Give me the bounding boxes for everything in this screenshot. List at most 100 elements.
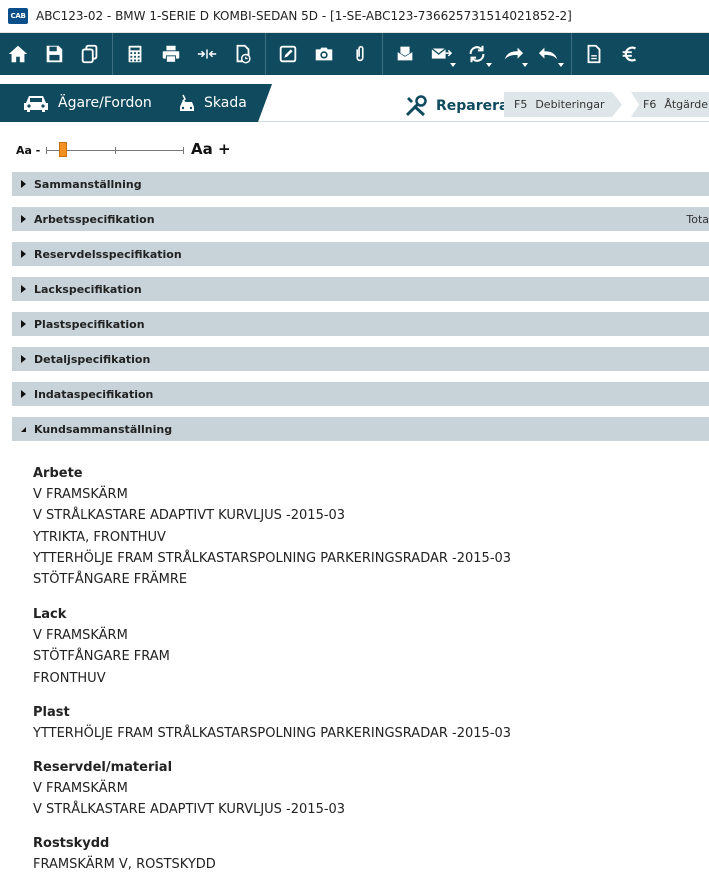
section-label: Plastspecifikation xyxy=(34,317,145,331)
tools-icon xyxy=(405,95,427,117)
merge-button[interactable] xyxy=(189,33,225,75)
summary-group-heading: Plast xyxy=(33,705,70,720)
invoice-button[interactable] xyxy=(612,33,648,75)
edit-icon xyxy=(279,45,297,63)
section-arbetsspecifikation[interactable]: Arbetsspecifikation Tota xyxy=(12,207,709,231)
toolbar-separator xyxy=(382,33,383,75)
step-f5-debiteringar[interactable]: F5 Debiteringar xyxy=(504,92,622,117)
font-size-slider-thumb[interactable] xyxy=(58,142,67,157)
home-icon xyxy=(8,45,28,63)
font-size-decrease[interactable]: Aa - xyxy=(16,144,40,157)
dropdown-caret-icon xyxy=(450,63,456,67)
reply-button[interactable] xyxy=(531,33,567,75)
summary-line-item: V STRÅLKASTARE ADAPTIVT KURVLJUS -2015-0… xyxy=(33,508,346,524)
home-button[interactable] xyxy=(0,33,36,75)
dropdown-caret-icon xyxy=(486,63,492,67)
calculator-button[interactable] xyxy=(117,33,153,75)
save-icon xyxy=(46,45,63,63)
print-button[interactable] xyxy=(153,33,189,75)
slider-tick xyxy=(183,147,184,154)
slider-tick xyxy=(115,147,116,154)
forward-arrow-icon xyxy=(504,47,524,60)
step-label: Debiteringar xyxy=(535,98,605,111)
forward-button[interactable] xyxy=(495,33,531,75)
camera-button[interactable] xyxy=(306,33,342,75)
collapse-arrow-icon xyxy=(21,426,26,432)
summary-line-item: V FRAMSKÄRM xyxy=(33,628,128,643)
summary-line-item: STÖTFÅNGARE FRAM xyxy=(33,649,170,665)
copy-icon xyxy=(81,44,98,64)
document-icon xyxy=(587,44,601,64)
sync-button[interactable] xyxy=(459,33,495,75)
section-label: Arbetsspecifikation xyxy=(34,212,155,226)
expand-arrow-icon xyxy=(21,215,26,223)
customer-summary-content: Arbete V FRAMSKÄRM V STRÅLKASTARE ADAPTIVT… xyxy=(0,442,709,891)
title-bar: CAB ABC123-02 - BMW 1-SERIE D KOMBI-SEDA… xyxy=(0,0,709,33)
printer-icon xyxy=(162,45,180,63)
sync-icon xyxy=(469,45,485,63)
dropdown-caret-icon xyxy=(558,63,564,67)
summary-group-heading: Reservdel/material xyxy=(33,760,173,775)
section-detaljspecifikation[interactable]: Detaljspecifikation xyxy=(12,347,709,371)
step-key: F5 xyxy=(514,98,528,111)
euro-icon xyxy=(622,46,637,62)
toolbar-separator xyxy=(571,33,572,75)
nav-repair[interactable]: Reparera xyxy=(404,92,509,120)
section-label: Kundsammanställning xyxy=(34,422,173,436)
nav-damage[interactable]: Skada xyxy=(178,84,247,122)
section-plastspecifikation[interactable]: Plastspecifikation xyxy=(12,312,709,336)
summary-line-item: YTRIKTA, FRONTHUV xyxy=(33,529,166,545)
reply-arrow-icon xyxy=(538,47,558,60)
summary-line-item: V FRAMSKÄRM xyxy=(33,487,128,502)
document-clock-icon xyxy=(236,44,251,64)
expand-arrow-icon xyxy=(21,285,26,293)
camera-icon xyxy=(315,47,333,61)
merge-arrows-icon xyxy=(197,49,217,59)
step-label: Åtgärder xyxy=(664,98,709,111)
mail-tray-icon xyxy=(397,46,413,61)
calculator-icon xyxy=(128,45,142,63)
save-button[interactable] xyxy=(36,33,72,75)
paperclip-icon xyxy=(356,45,364,62)
summary-line-item: FRONTHUV xyxy=(33,670,106,686)
app-logo-icon: CAB xyxy=(8,8,28,24)
expand-arrow-icon xyxy=(21,355,26,363)
attachment-button[interactable] xyxy=(342,33,378,75)
nav-owner-vehicle[interactable]: Ägare/Fordon xyxy=(22,84,152,122)
step-key: F6 xyxy=(643,98,657,111)
mail-send-icon xyxy=(431,47,452,59)
section-indataspecifikation[interactable]: Indataspecifikation xyxy=(12,382,709,406)
summary-line-item: YTTERHÖLJE FRAM STRÅLKASTARSPOLNING PARK… xyxy=(33,550,512,566)
expand-arrow-icon xyxy=(21,320,26,328)
document-button[interactable] xyxy=(576,33,612,75)
summary-line-item: STÖTFÅNGARE FRÄMRE xyxy=(33,572,188,588)
section-sammanstallning[interactable]: Sammanställning xyxy=(12,172,709,196)
expand-arrow-icon xyxy=(21,250,26,258)
section-label: Sammanställning xyxy=(34,177,142,191)
car-icon xyxy=(24,96,48,112)
section-label: Reservdelsspecifikation xyxy=(34,247,182,261)
document-clock-button[interactable] xyxy=(225,33,261,75)
step-f6-atgarder[interactable]: F6 Åtgärder xyxy=(631,92,709,117)
font-size-increase[interactable]: Aa + xyxy=(191,140,231,158)
section-kundsammanstallning[interactable]: Kundsammanställning xyxy=(12,417,709,441)
section-lackspecifikation[interactable]: Lackspecifikation xyxy=(12,277,709,301)
summary-line-item: FRAMSKÄRM V, ROSTSKYDD xyxy=(33,857,216,872)
section-reservdelsspecifikation[interactable]: Reservdelsspecifikation xyxy=(12,242,709,266)
section-total-label: Tota xyxy=(686,212,709,226)
edit-button[interactable] xyxy=(270,33,306,75)
nav-owner-vehicle-label: Ägare/Fordon xyxy=(58,95,152,111)
send-mail-button[interactable] xyxy=(423,33,459,75)
section-label: Lackspecifikation xyxy=(34,282,142,296)
window-title: ABC123-02 - BMW 1-SERIE D KOMBI-SEDAN 5D… xyxy=(36,9,572,23)
expand-arrow-icon xyxy=(21,390,26,398)
summary-line-item: V FRAMSKÄRM xyxy=(33,781,128,796)
copy-button[interactable] xyxy=(72,33,108,75)
summary-group-heading: Lack xyxy=(33,607,67,622)
toolbar-separator xyxy=(265,33,266,75)
expand-arrow-icon xyxy=(21,180,26,188)
nav-damage-label: Skada xyxy=(204,95,247,111)
summary-line-item: YTTERHÖLJE FRAM STRÅLKASTARSPOLNING PARK… xyxy=(33,726,512,741)
toolbar-separator xyxy=(112,33,113,75)
inbox-button[interactable] xyxy=(387,33,423,75)
